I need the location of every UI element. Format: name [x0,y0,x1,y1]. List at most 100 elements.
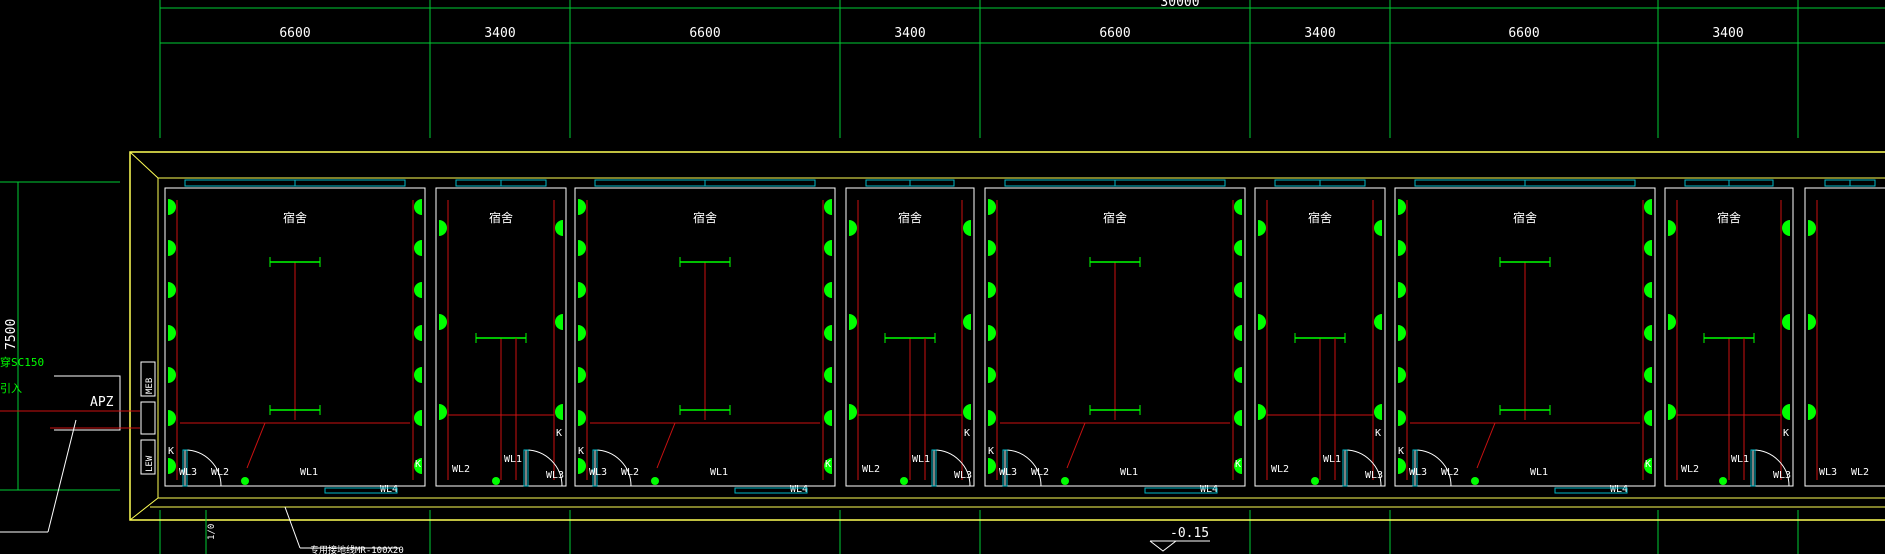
circuit-label-wl3: WL3 [954,470,972,481]
wall-lamp [439,314,447,330]
meb-label: MEB [145,378,155,394]
wall-lamp [168,199,176,215]
bottom-note: 专用接地线MR-100X20 [310,544,404,554]
wall-lamp [824,282,832,298]
wall-lamp [1668,220,1676,236]
wall-lamp [988,458,996,474]
bay-dimension: 3400 [1304,26,1335,41]
dimension-labels: 30000 6600 3400 6600 3400 6600 3400 6600 3400 [279,0,1743,41]
circuit-label-wl2: WL2 [211,467,229,478]
height-dimension: 7500 [4,319,19,350]
circuit-label-wl3: WL3 [1409,467,1427,478]
circuit-label-wl2: WL2 [1271,464,1289,475]
wall-lamp [578,410,586,426]
wall-lamp [1782,314,1790,330]
wall-lamp [168,325,176,341]
switch-label-k: K [964,428,970,439]
wall-lamp [988,282,996,298]
wall-lamp [988,367,996,383]
wall-lamp [1234,325,1242,341]
wall-lamp [555,220,563,236]
switch-label-k: K [1375,428,1381,439]
switch-label-k: K [415,459,421,470]
wall-lamp [1398,367,1406,383]
wall-lamp [1668,404,1676,420]
wall-lamp [1782,220,1790,236]
circuit-label-wl3: WL3 [1365,470,1383,481]
circuit-label-wl2: WL2 [1681,464,1699,475]
wall-lamp [1374,314,1382,330]
room-label: 宿舍 [1103,210,1127,225]
left-annotations: 7500 穿SC150 引入 APZ MEB LEW [0,181,156,533]
circuit-label-wl1: WL1 [1323,454,1341,465]
wall-lamp [168,367,176,383]
bay-dimension: 6600 [1099,26,1130,41]
wall-lamp [824,199,832,215]
wall-lamp [414,367,422,383]
circuit-label-wl2: WL2 [1851,467,1869,478]
wall-lamp [1374,220,1382,236]
wall-lamp [1258,404,1266,420]
switch-label-k: K [578,446,584,457]
wall-lamp [988,325,996,341]
wall-lamp [168,282,176,298]
switch-label-k: K [1398,446,1404,457]
room-label: 宿舍 [489,210,513,225]
wall-lamp [168,240,176,256]
wall-lamp [1644,199,1652,215]
switch-dot [1311,477,1319,485]
room-label: 宿舍 [898,210,922,225]
room: 宿舍 WL2 WL1 WL3 K [1254,179,1386,487]
elevation-mark: -0.15 [1170,526,1209,541]
circuit-label-wl1: WL1 [1120,467,1138,478]
wall-lamp [849,404,857,420]
grid-marker: 1/0 [207,524,217,540]
wall-lamp [578,458,586,474]
wall-lamp [439,404,447,420]
wall-lamp [1808,314,1816,330]
circuit-label-wl1: WL1 [504,454,522,465]
wall-lamp [824,325,832,341]
room: 宿舍WL3 WL2 WL1KKWL4 [164,179,426,495]
wall-corner [129,497,159,521]
switch-label-k: K [168,446,174,457]
wall-lamp [1398,240,1406,256]
circuit-label-wl1: WL1 [1530,467,1548,478]
wall-lamp [1398,199,1406,215]
ldb-label: LEW [145,455,155,472]
wall-lamp [578,282,586,298]
apz-label: APZ [90,395,114,410]
wall-lamp [1644,282,1652,298]
circuit-switch-leg [1476,422,1496,469]
switch-dot [492,477,500,485]
wall-lamp [555,314,563,330]
cad-drawing: 30000 6600 3400 6600 3400 6600 3400 6600 3400 宿舍… [0,0,1885,554]
circuit-label-wl3: WL3 [999,467,1017,478]
room-label: 宿舍 [1308,210,1332,225]
room: 宿舍WL3 WL2 WL1KKWL4 [1394,179,1656,495]
wall-lamp [439,220,447,236]
bay-dimension: 3400 [894,26,925,41]
room-label: 宿舍 [1717,210,1741,225]
switch-dot [241,477,249,485]
wall-lamp [1234,240,1242,256]
bay-dimension: 3400 [1712,26,1743,41]
wall-lamp [168,458,176,474]
wall-lamp [1644,367,1652,383]
wall-lamp [578,240,586,256]
wall-lamp [824,240,832,256]
circuit-label-wl1: WL1 [710,467,728,478]
wall-lamp [414,199,422,215]
room-label: 宿舍 [1513,210,1537,225]
wall-lamp [963,314,971,330]
wall-lamp [1234,199,1242,215]
wall-lamp [1234,367,1242,383]
wall-lamp [824,410,832,426]
wall-lamp [988,240,996,256]
switch-label-k: K [1783,428,1789,439]
wall-lamp [168,410,176,426]
circuit-label-wl2: WL2 [862,464,880,475]
room-label: 宿舍 [283,210,307,225]
circuit-label-wl1: WL1 [1731,454,1749,465]
wall-corner [129,151,159,179]
